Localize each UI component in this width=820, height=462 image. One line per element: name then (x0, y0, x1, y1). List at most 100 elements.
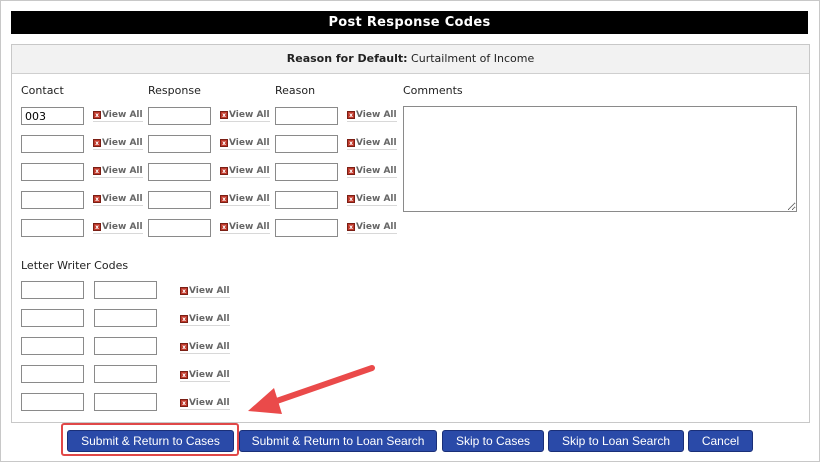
external-link-icon: x (93, 223, 101, 231)
view-all-label: View All (102, 166, 143, 176)
external-link-icon: x (180, 315, 188, 323)
letter-code-b-1[interactable] (94, 281, 157, 299)
contact-view-all-2[interactable]: x View All (93, 138, 143, 150)
view-all-label: View All (189, 286, 230, 296)
response-input-3[interactable] (148, 163, 211, 181)
response-input-5[interactable] (148, 219, 211, 237)
view-all-label: View All (102, 110, 143, 120)
response-input-4[interactable] (148, 191, 211, 209)
reason-view-all-3[interactable]: x View All (347, 166, 397, 178)
external-link-icon: x (347, 223, 355, 231)
view-all-label: View All (102, 138, 143, 148)
letter-code-b-4[interactable] (94, 365, 157, 383)
letter-code-a-1[interactable] (21, 281, 84, 299)
skip-to-cases-button[interactable]: Skip to Cases (442, 430, 544, 452)
view-all-label: View All (229, 110, 270, 120)
submit-return-loan-search-button[interactable]: Submit & Return to Loan Search (239, 430, 437, 452)
external-link-icon: x (93, 111, 101, 119)
external-link-icon: x (180, 399, 188, 407)
red-arrow-icon (248, 365, 375, 414)
reason-for-default-bar: Reason for Default: Curtailment of Incom… (12, 45, 809, 74)
contact-input-3[interactable] (21, 163, 84, 181)
contact-column-label: Contact (21, 84, 64, 97)
letter-writer-codes-label: Letter Writer Codes (21, 259, 129, 272)
submit-return-cases-button[interactable]: Submit & Return to Cases (67, 430, 234, 452)
view-all-label: View All (356, 138, 397, 148)
view-all-label: View All (189, 398, 230, 408)
reason-view-all-1[interactable]: x View All (347, 110, 397, 122)
external-link-icon: x (220, 223, 228, 231)
contact-view-all-5[interactable]: x View All (93, 222, 143, 234)
response-view-all-5[interactable]: x View All (220, 222, 270, 234)
letter-code-b-2[interactable] (94, 309, 157, 327)
external-link-icon: x (180, 287, 188, 295)
external-link-icon: x (93, 167, 101, 175)
letter-code-a-3[interactable] (21, 337, 84, 355)
view-all-label: View All (229, 138, 270, 148)
letter-view-all-5[interactable]: x View All (180, 398, 230, 410)
view-all-label: View All (356, 110, 397, 120)
response-view-all-2[interactable]: x View All (220, 138, 270, 150)
external-link-icon: x (93, 139, 101, 147)
external-link-icon: x (347, 139, 355, 147)
view-all-label: View All (356, 222, 397, 232)
letter-view-all-1[interactable]: x View All (180, 286, 230, 298)
view-all-label: View All (229, 222, 270, 232)
view-all-label: View All (229, 194, 270, 204)
letter-code-a-2[interactable] (21, 309, 84, 327)
contact-input-4[interactable] (21, 191, 84, 209)
contact-input-5[interactable] (21, 219, 84, 237)
reason-input-3[interactable] (275, 163, 338, 181)
reason-view-all-2[interactable]: x View All (347, 138, 397, 150)
view-all-label: View All (189, 342, 230, 352)
letter-code-a-4[interactable] (21, 365, 84, 383)
response-view-all-3[interactable]: x View All (220, 166, 270, 178)
letter-code-b-3[interactable] (94, 337, 157, 355)
external-link-icon: x (180, 343, 188, 351)
external-link-icon: x (220, 195, 228, 203)
letter-view-all-3[interactable]: x View All (180, 342, 230, 354)
reason-input-1[interactable] (275, 107, 338, 125)
dialog-title: Post Response Codes (11, 11, 808, 34)
contact-input-2[interactable] (21, 135, 84, 153)
letter-view-all-2[interactable]: x View All (180, 314, 230, 326)
response-view-all-1[interactable]: x View All (220, 110, 270, 122)
view-all-label: View All (189, 314, 230, 324)
external-link-icon: x (347, 195, 355, 203)
cancel-button[interactable]: Cancel (688, 430, 753, 452)
view-all-label: View All (356, 194, 397, 204)
view-all-label: View All (356, 166, 397, 176)
external-link-icon: x (347, 167, 355, 175)
reason-column-label: Reason (275, 84, 316, 97)
response-column-label: Response (148, 84, 201, 97)
letter-code-a-5[interactable] (21, 393, 84, 411)
view-all-label: View All (102, 222, 143, 232)
contact-view-all-1[interactable]: x View All (93, 110, 143, 122)
reason-view-all-4[interactable]: x View All (347, 194, 397, 206)
external-link-icon: x (180, 371, 188, 379)
external-link-icon: x (220, 167, 228, 175)
comments-column-label: Comments (403, 84, 463, 97)
letter-code-b-5[interactable] (94, 393, 157, 411)
form-panel: Reason for Default: Curtailment of Incom… (11, 44, 810, 423)
view-all-label: View All (229, 166, 270, 176)
letter-view-all-4[interactable]: x View All (180, 370, 230, 382)
external-link-icon: x (220, 139, 228, 147)
contact-input-1[interactable] (21, 107, 84, 125)
response-input-2[interactable] (148, 135, 211, 153)
external-link-icon: x (220, 111, 228, 119)
reason-view-all-5[interactable]: x View All (347, 222, 397, 234)
reason-input-5[interactable] (275, 219, 338, 237)
external-link-icon: x (93, 195, 101, 203)
response-view-all-4[interactable]: x View All (220, 194, 270, 206)
contact-view-all-3[interactable]: x View All (93, 166, 143, 178)
view-all-label: View All (189, 370, 230, 380)
contact-view-all-4[interactable]: x View All (93, 194, 143, 206)
reason-input-4[interactable] (275, 191, 338, 209)
comments-textarea[interactable] (403, 106, 797, 212)
external-link-icon: x (347, 111, 355, 119)
skip-to-loan-search-button[interactable]: Skip to Loan Search (548, 430, 684, 452)
reason-input-2[interactable] (275, 135, 338, 153)
reason-label: Reason for Default: (286, 52, 408, 65)
response-input-1[interactable] (148, 107, 211, 125)
